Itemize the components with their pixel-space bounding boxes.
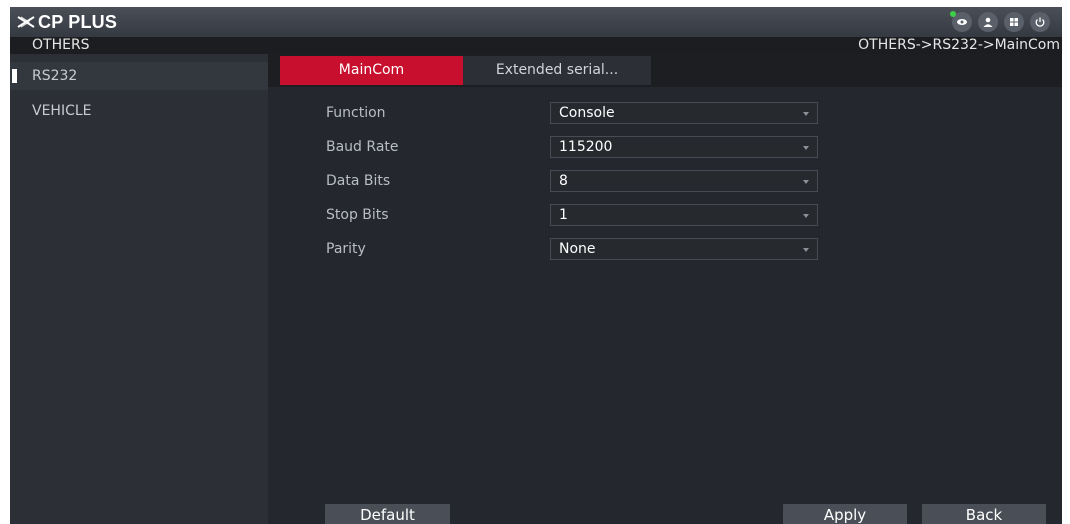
cp-plus-logo-icon: [17, 16, 35, 28]
sidebar-item-rs232[interactable]: RS232: [10, 62, 268, 90]
settings-form: Function Console Baud Rate 115200 Data B…: [268, 87, 1062, 524]
chevron-down-icon: [803, 146, 809, 150]
data-bits-select[interactable]: 8: [550, 170, 818, 192]
apply-button[interactable]: Apply: [783, 504, 907, 524]
tab-maincom[interactable]: MainCom: [280, 56, 463, 85]
data-bits-value: 8: [559, 173, 568, 189]
section-header: OTHERS OTHERS->RS232->MainCom: [10, 37, 1062, 54]
back-button[interactable]: Back: [922, 504, 1046, 524]
stop-bits-label: Stop Bits: [326, 207, 389, 223]
baud-rate-value: 115200: [559, 139, 613, 155]
app-window: CP PLUS OTHERS OTHERS->RS232->MainCom RS…: [10, 7, 1062, 524]
chevron-down-icon: [803, 248, 809, 252]
chevron-down-icon: [803, 214, 809, 218]
system-icons: [950, 11, 1050, 32]
parity-select[interactable]: None: [550, 238, 818, 260]
stop-bits-select[interactable]: 1: [550, 204, 818, 226]
breadcrumb: OTHERS->RS232->MainCom: [858, 37, 1060, 53]
baud-rate-select[interactable]: 115200: [550, 136, 818, 158]
brand-name: CP PLUS: [38, 11, 118, 32]
parity-label: Parity: [326, 241, 366, 257]
sidebar-item-label: VEHICLE: [32, 103, 92, 119]
chevron-down-icon: [803, 112, 809, 116]
function-select[interactable]: Console: [550, 102, 818, 124]
sidebar: RS232 VEHICLE: [10, 54, 268, 524]
section-title: OTHERS: [32, 37, 90, 53]
function-value: Console: [559, 105, 615, 121]
user-icon[interactable]: [978, 12, 998, 32]
brand-logo: CP PLUS: [16, 12, 117, 32]
tab-extended-serial[interactable]: Extended serial...: [463, 56, 651, 85]
sidebar-item-vehicle[interactable]: VEHICLE: [10, 97, 268, 125]
default-button[interactable]: Default: [325, 504, 450, 524]
stop-bits-value: 1: [559, 207, 568, 223]
tab-bar: MainCom Extended serial...: [268, 54, 1062, 87]
function-label: Function: [326, 105, 386, 121]
power-icon[interactable]: [1030, 12, 1050, 32]
live-indicator: [950, 11, 956, 17]
active-marker: [12, 69, 17, 83]
live-view-icon[interactable]: [950, 11, 972, 32]
baud-rate-label: Baud Rate: [326, 139, 399, 155]
title-bar: CP PLUS: [10, 7, 1062, 37]
data-bits-label: Data Bits: [326, 173, 391, 189]
sidebar-item-label: RS232: [32, 68, 78, 84]
parity-value: None: [559, 241, 596, 257]
menu-grid-icon[interactable]: [1004, 12, 1024, 32]
chevron-down-icon: [803, 180, 809, 184]
